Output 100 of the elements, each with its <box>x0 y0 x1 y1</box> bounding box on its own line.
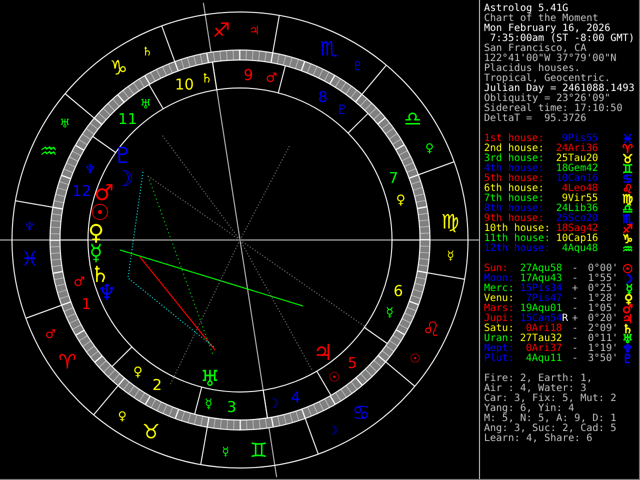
chart-info-line: Julian Day = 2461088.1493 <box>484 84 636 94</box>
planet-position: 15Can54 <box>520 314 562 324</box>
planet-name: Sun: <box>484 264 508 274</box>
house-label: 2nd house: <box>484 144 546 154</box>
planet-symbol: ♇ <box>622 354 633 364</box>
speed-sign: - <box>572 334 580 344</box>
zodiac-sign-symbol: ♐ <box>622 224 633 234</box>
house-number: 9 <box>244 66 254 84</box>
house-number: 3 <box>226 398 236 416</box>
planet-position: 0Ari37 <box>524 344 562 354</box>
planet-symbol: ☿ <box>626 284 633 294</box>
planet-symbol: ☉ <box>622 264 633 274</box>
house-cusp-value: 4Aqu48 <box>562 244 598 254</box>
chart-info-line: Astrolog 5.41G <box>484 4 568 14</box>
planet-symbol: ♆ <box>622 344 633 354</box>
planet-symbol: ♂ <box>622 304 633 314</box>
house-cusp-value: 10Cap16 <box>556 234 598 244</box>
house-label: 5th house: <box>484 174 546 184</box>
planet-speed: 1°05' <box>586 304 618 314</box>
planet-name: Uran: <box>484 334 516 344</box>
sign-ruler-symbol: ♂ <box>45 326 56 341</box>
planet-name: Plut: <box>484 354 516 364</box>
sign-ruler-symbol: ♅ <box>60 116 70 130</box>
element-stats-line: Car: 3, Fix: 5, Mut: 2 <box>484 394 618 404</box>
house-cusp-value: 24Ari36 <box>556 144 598 154</box>
speed-sign: - <box>572 304 580 314</box>
chart-info-line: 7:35:00am (ST -8:00 GMT) <box>490 34 636 44</box>
speed-sign: - <box>572 344 580 354</box>
planet-name: Moon: <box>484 274 516 284</box>
house-cusp-value: 9Pis55 <box>562 134 598 144</box>
house-label: 7th house: <box>484 194 546 204</box>
planet-speed: 1°28' <box>586 294 618 304</box>
house-cusp-value: 4Leo48 <box>560 184 598 194</box>
zodiac-sign-symbol: ♊ <box>250 438 268 462</box>
house-number: 11 <box>118 110 138 128</box>
planet-speed: 0°25' <box>586 284 618 294</box>
house-number: 7 <box>388 168 398 187</box>
zodiac-sign-symbol: ♍ <box>441 209 460 234</box>
element-stats-line: Yang: 6, Yin: 4 <box>484 404 574 414</box>
zodiac-sign-symbol: ♑ <box>622 234 633 244</box>
house-number: 1 <box>82 295 92 314</box>
planet-speed: 0°20' <box>586 314 618 324</box>
element-stats-line: Learn: 4, Share: 6 <box>484 434 594 444</box>
zodiac-sign-symbol: ♈ <box>622 144 633 154</box>
chart-info-line: Sidereal time: 17:10:50 <box>484 104 624 114</box>
zodiac-sign-symbol: ♉ <box>622 154 633 164</box>
chart-info-line: Tropical, Geocentric. <box>484 74 610 84</box>
planet-symbol: ☽ <box>622 274 633 284</box>
house-ruler-symbol: ♂ <box>266 71 278 86</box>
element-stats-line: Air : 4, Water: 3 <box>484 384 586 394</box>
zodiac-sign-symbol: ♋ <box>622 174 633 184</box>
house-number: 6 <box>394 282 404 300</box>
planet-name: Jupi: <box>484 314 516 324</box>
speed-sign: + <box>572 314 580 324</box>
house-ruler-symbol: ☿ <box>204 397 213 412</box>
zodiac-sign-symbol: ♈ <box>58 349 76 374</box>
planet-position: 15Pis34 <box>520 284 562 294</box>
chart-info-line: Mon February 16, 2026 <box>484 24 610 34</box>
chart-info-line: 122°41'00"W 37°79'00"N <box>484 54 618 64</box>
sign-ruler-symbol: ☿ <box>446 248 454 262</box>
planet-symbol: ♃ <box>622 314 633 324</box>
zodiac-sign-symbol: ♑ <box>110 55 128 80</box>
speed-sign: + <box>572 284 580 294</box>
planet-name: Nept: <box>484 344 516 354</box>
zodiac-sign-symbol: ♒ <box>40 139 58 164</box>
planet-position: 7Pis47 <box>526 294 562 304</box>
house-cusp-value: 18Gem42 <box>556 164 598 174</box>
retrograde-marker: R <box>562 313 568 324</box>
house-label: 6th house: <box>484 184 546 194</box>
zodiac-sign-symbol: ♐ <box>212 18 230 42</box>
speed-sign: - <box>572 324 580 334</box>
house-ruler-symbol: ☉ <box>328 370 340 386</box>
zodiac-sign-symbol: ♏ <box>320 36 338 61</box>
element-stats-line: M: 5, N: 5, A: 9, D: 1 <box>484 414 618 424</box>
planet-speed: 3°50' <box>586 354 618 364</box>
house-label: 3rd house: <box>484 154 546 164</box>
house-ruler-symbol: ♀ <box>133 364 143 380</box>
zodiac-sign-symbol: ♏ <box>622 214 633 224</box>
sign-ruler-symbol: ☉ <box>410 352 420 366</box>
house-label: 11th house: <box>484 234 552 244</box>
planet-position: 17Aqu43 <box>520 274 562 284</box>
zodiac-sign-symbol: ♍ <box>622 194 633 204</box>
planet-speed: 0°11' <box>586 334 618 344</box>
planet-symbol: ♄ <box>622 324 633 334</box>
house-cusp-value: 25Tau20 <box>556 154 598 164</box>
planet-position: 4Aqu11 <box>524 354 562 364</box>
house-cusp-value: 18Sag42 <box>556 224 598 234</box>
house-cusp-value: 24Lib36 <box>556 204 598 214</box>
planet-symbol: ♅ <box>200 367 220 392</box>
house-ruler-symbol: ☿ <box>386 306 394 321</box>
house-number: 5 <box>348 354 358 372</box>
chart-info-line: Chart of the Moment <box>484 14 598 24</box>
planet-position: 0Ari18 <box>526 324 562 334</box>
house-ruler-symbol: ♄ <box>200 71 213 86</box>
house-ruler-symbol: ♇ <box>336 103 348 118</box>
zodiac-sign-symbol: ♎ <box>404 106 422 131</box>
chart-info-line: San Francisco, CA <box>484 44 586 54</box>
sign-ruler-symbol: ☽ <box>327 424 338 438</box>
chart-info-line: DeltaT = 95.3726 <box>484 114 588 124</box>
house-number: 10 <box>174 76 194 94</box>
